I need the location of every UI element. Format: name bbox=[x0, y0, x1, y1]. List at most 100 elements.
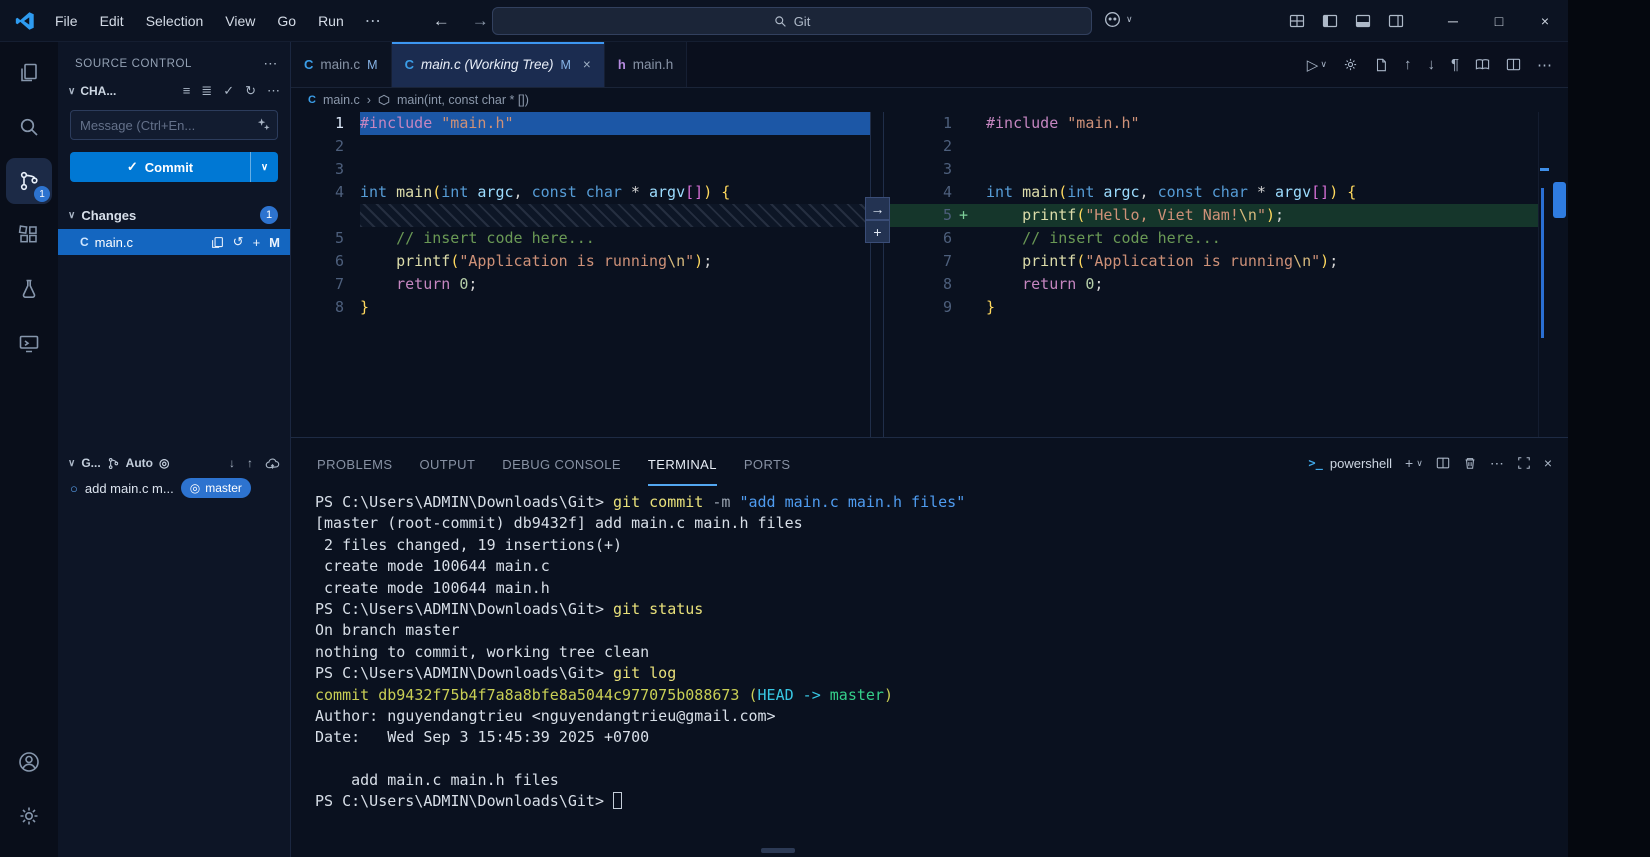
close-icon[interactable]: × bbox=[583, 57, 591, 72]
toggle-sidebar-icon[interactable] bbox=[1322, 13, 1338, 29]
minimize-button[interactable]: ─ bbox=[1430, 0, 1476, 41]
code-line[interactable]: 9} bbox=[884, 296, 1538, 319]
more-actions-icon[interactable]: ⋯ bbox=[263, 55, 278, 72]
breadcrumb-symbol[interactable]: main(int, const char * []) bbox=[397, 93, 529, 107]
more-actions-icon[interactable]: ⋯ bbox=[267, 83, 280, 99]
split-terminal-icon[interactable] bbox=[1436, 456, 1450, 470]
remote-explorer-icon[interactable] bbox=[6, 320, 52, 366]
auto-label[interactable]: Auto bbox=[126, 456, 153, 470]
code-line[interactable]: 7 printf("Application is running\n"); bbox=[884, 250, 1538, 273]
chevron-down-icon[interactable]: ∨ bbox=[68, 86, 75, 97]
menu-file[interactable]: File bbox=[44, 13, 89, 29]
more-actions-icon[interactable]: ⋯ bbox=[1537, 56, 1552, 74]
source-control-icon[interactable]: 1 bbox=[6, 158, 52, 204]
explorer-icon[interactable] bbox=[6, 50, 52, 96]
commit-history-row[interactable]: ○ add main.c m... ◎ master bbox=[58, 475, 290, 501]
kill-terminal-icon[interactable] bbox=[1463, 456, 1477, 470]
code-line[interactable]: 1#include "main.h" bbox=[291, 112, 870, 135]
diff-original-pane[interactable]: 1#include "main.h"234int main(int argc, … bbox=[291, 112, 870, 437]
code-line[interactable]: 3 bbox=[884, 158, 1538, 181]
code-line[interactable]: 5+ printf("Hello, Viet Nam!\n"); bbox=[884, 204, 1538, 227]
commit-check-icon[interactable]: ✓ bbox=[223, 83, 234, 99]
testing-flask-icon[interactable] bbox=[6, 266, 52, 312]
discard-changes-icon[interactable]: ↺ bbox=[233, 234, 244, 250]
code-line[interactable]: 4int main(int argc, const char * argv[])… bbox=[291, 181, 870, 204]
code-line[interactable]: 4int main(int argc, const char * argv[])… bbox=[884, 181, 1538, 204]
code-line[interactable]: 5 // insert code here... bbox=[291, 227, 870, 250]
tab-main-h[interactable]: hmain.h bbox=[605, 42, 687, 87]
panel-tab-ports[interactable]: PORTS bbox=[744, 441, 791, 486]
toggle-panel-icon[interactable] bbox=[1355, 13, 1371, 29]
code-line[interactable]: 8} bbox=[291, 296, 870, 319]
breadcrumb-file[interactable]: main.c bbox=[323, 93, 360, 107]
code-line[interactable]: 6 // insert code here... bbox=[884, 227, 1538, 250]
search-icon[interactable] bbox=[6, 104, 52, 150]
command-center-search[interactable]: Git bbox=[492, 7, 1092, 35]
customize-layout-icon[interactable] bbox=[1289, 13, 1305, 29]
code-line[interactable]: 8 return 0; bbox=[884, 273, 1538, 296]
settings-gear-icon[interactable] bbox=[6, 793, 52, 839]
panel-tab-problems[interactable]: PROBLEMS bbox=[317, 441, 392, 486]
diff-sash[interactable]: → + bbox=[870, 112, 884, 437]
push-icon[interactable]: ↑ bbox=[247, 456, 253, 471]
navigate-down-icon[interactable]: ↓ bbox=[1427, 56, 1435, 73]
pilcrow-icon[interactable]: ¶ bbox=[1451, 56, 1459, 73]
account-icon[interactable] bbox=[6, 739, 52, 785]
breadcrumb[interactable]: C main.c › main(int, const char * []) bbox=[291, 88, 1568, 112]
stage-change-icon[interactable]: + bbox=[865, 220, 890, 243]
tab-main-c[interactable]: Cmain.cM bbox=[291, 42, 392, 87]
menu-go[interactable]: Go bbox=[266, 13, 307, 29]
menu-run[interactable]: Run bbox=[307, 13, 355, 29]
chevron-down-icon[interactable]: ∨ bbox=[1416, 458, 1423, 469]
tab-main-c-working-tree-[interactable]: Cmain.c (Working Tree)M× bbox=[392, 42, 605, 87]
more-actions-icon[interactable]: ⋯ bbox=[1490, 455, 1504, 472]
scrollbar-thumb[interactable] bbox=[1553, 182, 1566, 218]
revert-arrow-icon[interactable]: → bbox=[865, 197, 890, 220]
maximize-panel-icon[interactable] bbox=[1517, 456, 1531, 470]
view-as-tree-icon[interactable]: ≣ bbox=[201, 83, 212, 99]
diff-modified-pane[interactable]: 1#include "main.h"234int main(int argc, … bbox=[884, 112, 1538, 437]
split-editor-icon[interactable] bbox=[1506, 57, 1521, 72]
extensions-icon[interactable] bbox=[6, 212, 52, 258]
view-as-list-icon[interactable]: ≡ bbox=[183, 83, 191, 99]
stage-changes-icon[interactable]: + bbox=[253, 235, 261, 250]
code-line[interactable]: 2 bbox=[291, 135, 870, 158]
forward-icon[interactable]: → bbox=[472, 11, 489, 31]
commit-message-input[interactable] bbox=[70, 110, 278, 140]
chevron-down-icon[interactable]: ∨ bbox=[68, 458, 75, 469]
panel-tab-debug-console[interactable]: DEBUG CONSOLE bbox=[502, 441, 621, 486]
open-file-icon[interactable] bbox=[211, 236, 224, 249]
new-terminal-icon[interactable]: + bbox=[1405, 455, 1413, 471]
refresh-icon[interactable]: ↻ bbox=[245, 83, 256, 99]
maximize-button[interactable]: □ bbox=[1476, 0, 1522, 41]
menu-edit[interactable]: Edit bbox=[89, 13, 135, 29]
new-file-icon[interactable] bbox=[1374, 58, 1388, 72]
cloud-icon[interactable] bbox=[265, 456, 280, 471]
panel-tab-terminal[interactable]: TERMINAL bbox=[648, 441, 717, 486]
code-line[interactable]: 1#include "main.h" bbox=[884, 112, 1538, 135]
terminal-shell-item[interactable]: >_ powershell bbox=[1308, 456, 1392, 471]
code-line[interactable]: 6 printf("Application is running\n"); bbox=[291, 250, 870, 273]
menu-view[interactable]: View bbox=[214, 13, 266, 29]
code-line[interactable] bbox=[291, 204, 870, 227]
branch-badge[interactable]: ◎ master bbox=[181, 478, 251, 498]
more-menus-icon[interactable]: ⋯ bbox=[355, 11, 391, 31]
code-line[interactable]: 3 bbox=[291, 158, 870, 181]
close-button[interactable]: × bbox=[1522, 0, 1568, 41]
generate-commit-message-icon[interactable] bbox=[256, 117, 271, 132]
close-panel-icon[interactable]: × bbox=[1544, 455, 1552, 471]
copilot-button[interactable]: ∨ bbox=[1103, 10, 1133, 29]
code-line[interactable]: 2 bbox=[884, 135, 1538, 158]
open-preview-icon[interactable] bbox=[1475, 57, 1490, 72]
code-line[interactable]: 7 return 0; bbox=[291, 273, 870, 296]
changes-section-header[interactable]: ∨ Changes 1 bbox=[58, 203, 290, 227]
navigate-up-icon[interactable]: ↑ bbox=[1404, 56, 1412, 73]
run-button[interactable]: ▷ ∨ bbox=[1307, 56, 1327, 74]
fetch-icon[interactable]: ↓ bbox=[229, 456, 235, 471]
changed-file-row[interactable]: C main.c ↺ + M bbox=[58, 229, 290, 255]
toggle-secondary-sidebar-icon[interactable] bbox=[1388, 13, 1404, 29]
overview-ruler[interactable] bbox=[1538, 112, 1568, 437]
back-icon[interactable]: ← bbox=[433, 11, 450, 31]
panel-tab-output[interactable]: OUTPUT bbox=[419, 441, 475, 486]
menu-selection[interactable]: Selection bbox=[135, 13, 215, 29]
